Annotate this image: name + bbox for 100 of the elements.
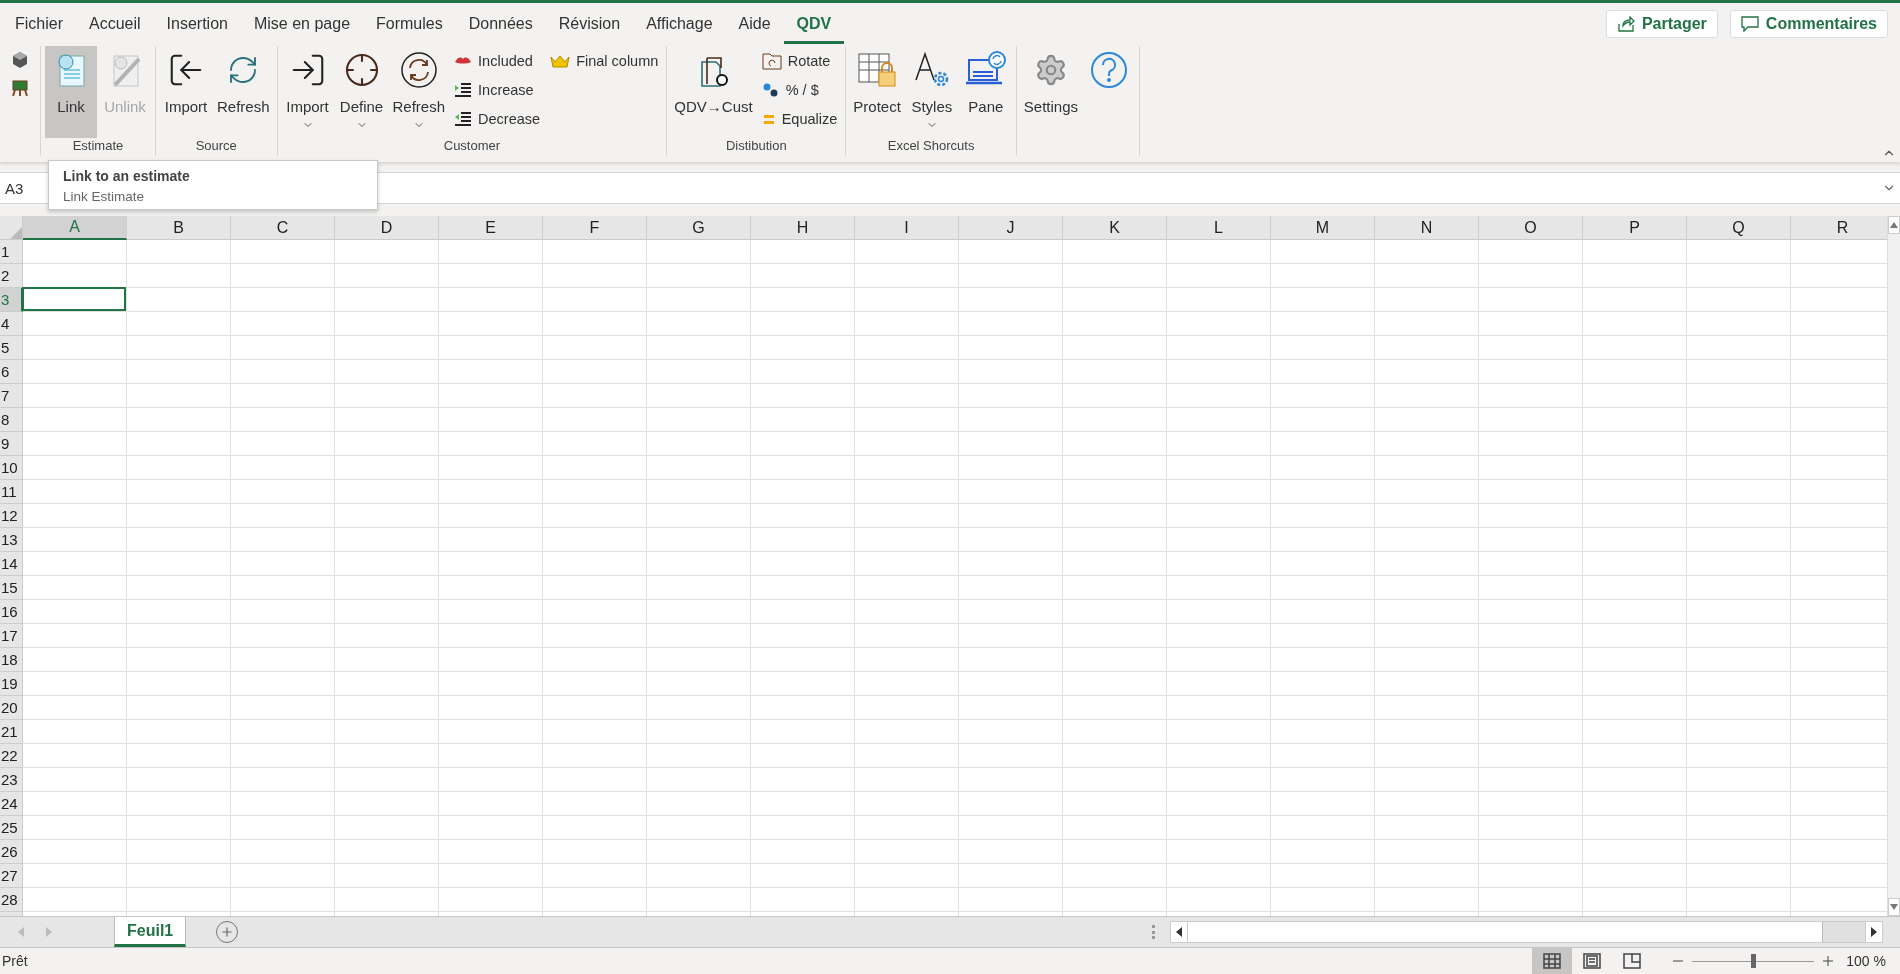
column-header[interactable]: F xyxy=(543,216,647,240)
scroll-down-icon[interactable] xyxy=(1890,904,1898,910)
ribbon-button[interactable]: Pane xyxy=(959,46,1012,138)
name-box[interactable]: A3 xyxy=(0,179,50,197)
row-header[interactable]: 5 xyxy=(0,336,23,360)
column-header[interactable]: O xyxy=(1479,216,1583,240)
row-header[interactable]: 28 xyxy=(0,888,23,912)
column-header[interactable]: A xyxy=(23,216,127,240)
ribbon-tab[interactable]: QDV xyxy=(783,3,845,44)
ribbon-tab[interactable]: Révision xyxy=(545,3,634,44)
row-header[interactable]: 19 xyxy=(0,672,23,696)
row-header[interactable]: 25 xyxy=(0,816,23,840)
row-header[interactable]: 7 xyxy=(0,384,23,408)
row-header[interactable]: 20 xyxy=(0,696,23,720)
page-layout-icon xyxy=(1583,953,1602,969)
column-header[interactable]: L xyxy=(1167,216,1271,240)
ribbon-button[interactable]: Import xyxy=(281,46,334,138)
column-header[interactable]: G xyxy=(647,216,751,240)
cell-grid[interactable] xyxy=(23,240,1887,916)
column-header[interactable]: R xyxy=(1791,216,1887,240)
ribbon-button[interactable]: Import xyxy=(160,46,212,138)
row-header[interactable]: 24 xyxy=(0,792,23,816)
ribbon-tab[interactable]: Insertion xyxy=(153,3,241,44)
ribbon-small-button[interactable]: Equalize xyxy=(761,106,838,131)
scroll-left-icon[interactable] xyxy=(1176,927,1182,937)
column-header[interactable]: J xyxy=(959,216,1063,240)
row-header[interactable]: 23 xyxy=(0,768,23,792)
column-header[interactable]: K xyxy=(1063,216,1167,240)
row-header[interactable]: 12 xyxy=(0,504,23,528)
column-header[interactable]: E xyxy=(439,216,543,240)
scroll-right-icon[interactable] xyxy=(1871,927,1877,937)
comments-button[interactable]: Commentaires xyxy=(1729,9,1888,38)
row-header[interactable]: 14 xyxy=(0,552,23,576)
ribbon-small-button[interactable]: Decrease xyxy=(454,106,541,131)
column-header[interactable]: D xyxy=(335,216,439,240)
active-cell[interactable] xyxy=(22,287,126,311)
zoom-level: 100 % xyxy=(1846,953,1886,969)
ribbon-button[interactable]: Link xyxy=(45,46,97,138)
column-header[interactable]: M xyxy=(1271,216,1375,240)
row-header[interactable]: 18 xyxy=(0,648,23,672)
row-header[interactable]: 2 xyxy=(0,264,23,288)
row-header[interactable]: 8 xyxy=(0,408,23,432)
row-header[interactable]: 21 xyxy=(0,720,23,744)
view-button[interactable] xyxy=(1532,948,1573,974)
column-header[interactable]: H xyxy=(751,216,855,240)
ribbon-small-button[interactable]: Rotate xyxy=(761,48,838,73)
row-header[interactable]: 3 xyxy=(0,288,23,312)
ribbon-tab[interactable]: Aide xyxy=(725,3,784,44)
row-header[interactable]: 16 xyxy=(0,600,23,624)
row-header[interactable]: 10 xyxy=(0,456,23,480)
row-header[interactable]: 17 xyxy=(0,624,23,648)
ribbon-button[interactable]: Define xyxy=(335,46,388,138)
row-header[interactable]: 4 xyxy=(0,312,23,336)
column-header[interactable]: Q xyxy=(1687,216,1791,240)
scroll-up-icon[interactable] xyxy=(1890,222,1898,228)
column-header[interactable]: P xyxy=(1583,216,1687,240)
ribbon-small-button[interactable]: % / $ xyxy=(761,77,838,102)
zoom-thumb[interactable] xyxy=(1751,954,1757,968)
row-header[interactable]: 15 xyxy=(0,576,23,600)
column-header[interactable]: I xyxy=(855,216,959,240)
ribbon-tab[interactable]: Fichier xyxy=(2,3,76,44)
ribbon-tab[interactable]: Affichage xyxy=(633,3,726,44)
ribbon-button[interactable]: Refresh xyxy=(214,46,273,138)
ribbon-tab[interactable]: Formules xyxy=(363,3,456,44)
ribbon-button[interactable]: Settings xyxy=(1020,46,1082,138)
column-header[interactable]: C xyxy=(231,216,335,240)
row-header[interactable]: 22 xyxy=(0,744,23,768)
ribbon-button[interactable]: Styles xyxy=(905,46,958,138)
ribbon-tab[interactable]: Données xyxy=(455,3,546,44)
ribbon-small-button[interactable]: Final column xyxy=(550,48,659,73)
easel-icon xyxy=(11,79,29,97)
folder-rotate-icon xyxy=(761,51,782,70)
column-header[interactable]: B xyxy=(127,216,231,240)
ribbon-button[interactable]: Refresh xyxy=(389,46,449,138)
grid-view-icon xyxy=(1543,953,1562,969)
splitter-handle[interactable] xyxy=(1152,925,1156,939)
group-label: Customer xyxy=(443,138,501,155)
ribbon-small-button[interactable]: Increase xyxy=(454,77,541,102)
row-header[interactable]: 13 xyxy=(0,528,23,552)
row-header[interactable]: 11 xyxy=(0,480,23,504)
group-label: Excel Shorcuts xyxy=(887,138,975,155)
crown-icon xyxy=(550,53,571,68)
ribbon-button[interactable]: Protect xyxy=(850,46,904,138)
sheet-tab[interactable]: Feuil1 xyxy=(114,917,187,947)
vertical-scrollbar[interactable] xyxy=(1887,216,1900,916)
row-header[interactable]: 6 xyxy=(0,360,23,384)
horizontal-scrollbar[interactable] xyxy=(1170,921,1883,943)
indent-increase-icon xyxy=(454,81,473,98)
row-header[interactable]: 1 xyxy=(0,240,23,264)
column-header[interactable]: N xyxy=(1375,216,1479,240)
circular-arrows-icon xyxy=(399,51,438,89)
row-header[interactable]: 9 xyxy=(0,432,23,456)
zoom-in-icon[interactable] xyxy=(1822,955,1835,967)
share-button[interactable]: Partager xyxy=(1605,9,1718,38)
row-header[interactable]: 26 xyxy=(0,840,23,864)
ribbon-button[interactable]: QDV→Cust xyxy=(671,46,756,138)
row-header[interactable]: 27 xyxy=(0,864,23,888)
ribbon-small-button[interactable]: Included xyxy=(454,48,541,73)
ribbon-tab[interactable]: Accueil xyxy=(76,3,154,44)
ribbon-tab[interactable]: Mise en page xyxy=(240,3,364,44)
